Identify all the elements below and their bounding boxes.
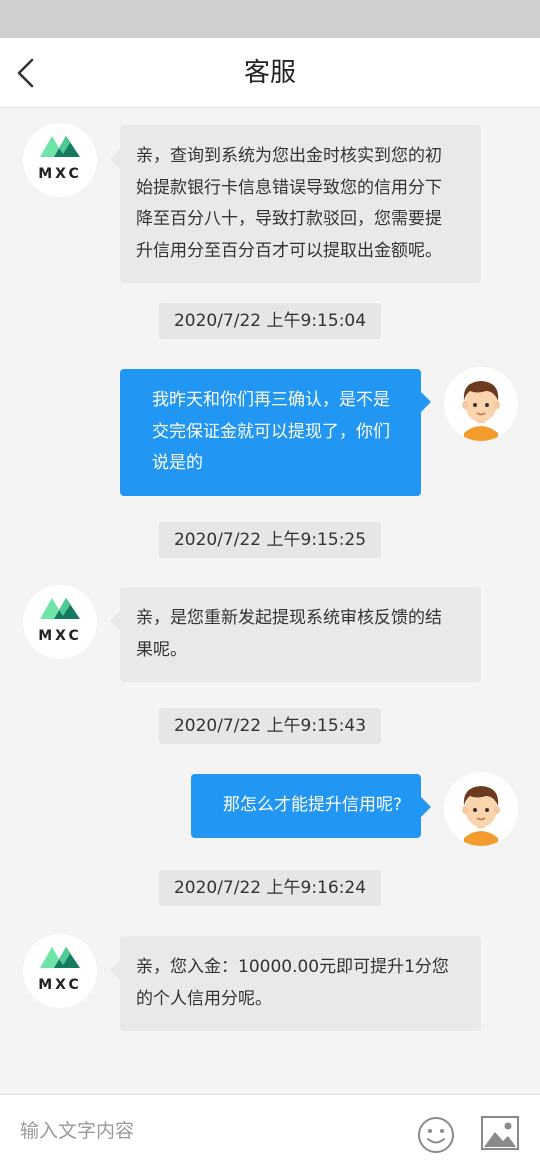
agent-message-bubble[interactable]: 亲，您入金：10000.00元即可提升1分您 的个人信用分呢。 [110,936,481,1031]
message-line: 的个人信用分呢。 [136,988,272,1009]
message-line: 交完保证金就可以提现了，你们 [152,421,390,442]
message-line: 亲，查询到系统为您出金时核实到您的初 [136,146,442,166]
message-line: 我昨天和你们再三确认，是不是 [152,390,390,410]
message-timestamp: 2020/7/22 上午9:16:24 [158,870,382,906]
agent-brand-text: MXC [38,166,82,182]
agent-brand-text: MXC [38,977,82,993]
message-timestamp: 2020/7/22 上午9:15:04 [158,303,382,339]
boy-avatar-icon [462,381,500,441]
image-icon [481,1116,519,1150]
message-line: 那怎么才能提升信用呢? [223,795,403,815]
mxc-logo-icon: MXC [38,598,82,644]
status-bar [0,0,540,38]
message-line: 升信用分至百分百才可以提取出金额呢。 [136,240,442,261]
chat-list[interactable]: MXC 亲，查询到系统为您出金时核实到您的初 始提款银行卡信息错误导致您的信用分… [0,109,540,1094]
back-button[interactable] [10,52,46,94]
mxc-logo-icon: MXC [38,136,82,182]
boy-avatar-icon [462,786,500,846]
message-line: 说是的 [152,453,203,473]
agent-avatar[interactable]: MXC [23,123,97,197]
message-line: 始提款银行卡信息错误导致您的信用分下 [136,177,442,198]
emoji-button[interactable] [416,1115,456,1155]
input-bar [0,1094,540,1170]
message-line: 亲，您入金：10000.00元即可提升1分您 [136,957,449,977]
user-avatar[interactable] [444,772,518,846]
page-title: 客服 [243,58,296,88]
message-line: 果呢。 [136,639,187,660]
agent-brand-text: MXC [38,628,82,644]
agent-avatar[interactable]: MXC [23,934,97,1008]
emoji-smile-icon [418,1117,454,1153]
agent-message-bubble[interactable]: 亲，是您重新发起提现系统审核反馈的结 果呢。 [110,587,481,682]
image-button[interactable] [480,1115,520,1151]
nav-bar: 客服 [0,38,540,108]
user-avatar[interactable] [444,367,518,441]
message-line: 亲，是您重新发起提现系统审核反馈的结 [136,608,442,628]
user-message-bubble[interactable]: 那怎么才能提升信用呢? [191,774,431,838]
chevron-left-icon [17,58,34,88]
message-input[interactable] [20,1109,390,1153]
message-timestamp: 2020/7/22 上午9:15:43 [158,708,382,744]
message-timestamp: 2020/7/22 上午9:15:25 [158,522,382,558]
agent-message-bubble[interactable]: 亲，查询到系统为您出金时核实到您的初 始提款银行卡信息错误导致您的信用分下 降至… [110,125,481,283]
message-line: 降至百分八十，导致打款驳回，您需要提 [136,209,442,229]
agent-avatar[interactable]: MXC [23,585,97,659]
user-message-bubble[interactable]: 我昨天和你们再三确认，是不是 交完保证金就可以提现了，你们 说是的 [120,369,431,496]
mxc-logo-icon: MXC [38,947,82,993]
